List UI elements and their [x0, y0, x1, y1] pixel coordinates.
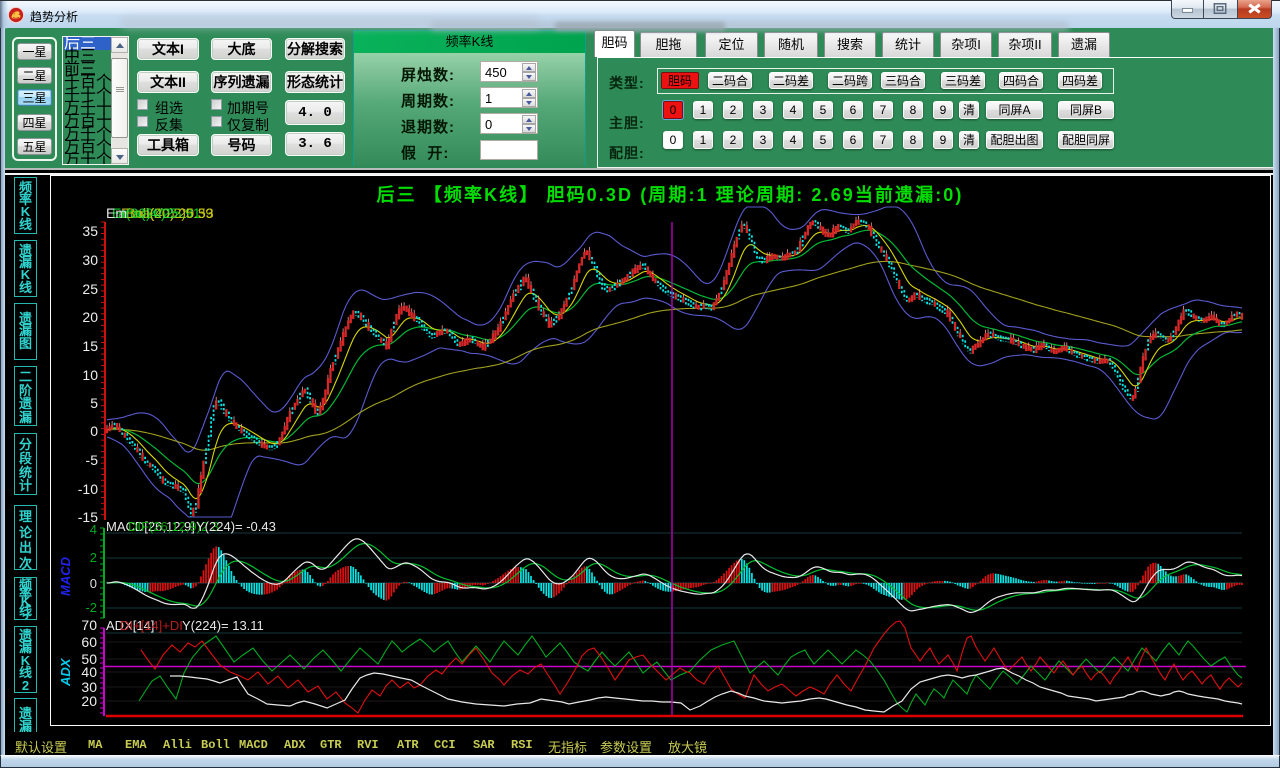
svg-text:Y(224)= -0.43: Y(224)= -0.43 [196, 519, 276, 534]
svg-text:ADX: ADX [58, 657, 73, 687]
svg-text:20: 20 [82, 309, 98, 325]
svg-text:MACD: MACD [58, 556, 73, 596]
svg-text:-2: -2 [85, 600, 97, 615]
svg-text:DI+[14]+DI: DI+[14]+DI [120, 618, 183, 633]
svg-text:10: 10 [82, 367, 98, 383]
svg-text:4: 4 [90, 522, 97, 537]
svg-text:0: 0 [90, 576, 97, 591]
svg-text:35: 35 [82, 223, 98, 239]
svg-text:20: 20 [81, 693, 97, 709]
svg-text:60: 60 [81, 634, 97, 650]
svg-text:-10: -10 [78, 481, 98, 497]
svg-text:70: 70 [81, 617, 97, 633]
svg-text:后三 【频率K线】 胆码0.3D (周期:1 理论周期: 2: 后三 【频率K线】 胆码0.3D (周期:1 理论周期: 2.69当前遗漏:0) [376, 184, 963, 205]
svg-text:0: 0 [90, 423, 98, 439]
svg-text:40: 40 [81, 664, 97, 680]
svg-text:2: 2 [90, 550, 97, 565]
svg-text:15: 15 [82, 338, 98, 354]
svg-text:5: 5 [90, 395, 98, 411]
svg-text:a(30)4/25: a(30)4/25 [118, 205, 178, 221]
svg-text:Y(224)= 13.11: Y(224)= 13.11 [182, 618, 264, 633]
svg-text:-5: -5 [86, 452, 99, 468]
svg-text:25: 25 [82, 281, 98, 297]
svg-text:30: 30 [82, 252, 98, 268]
svg-text:Em: Em [106, 205, 127, 221]
